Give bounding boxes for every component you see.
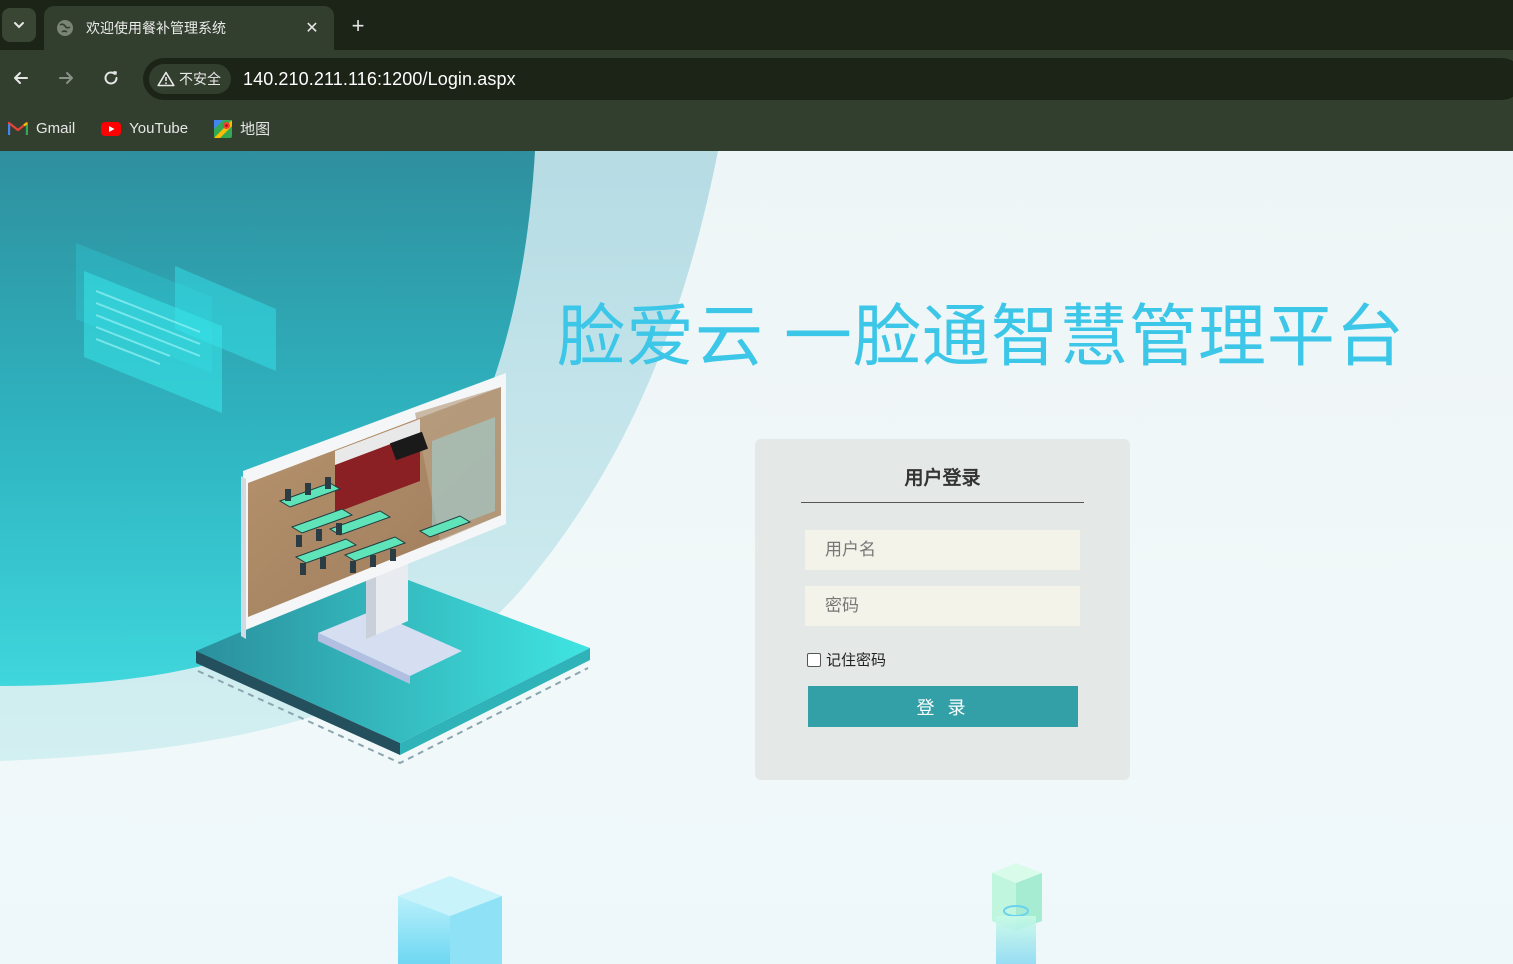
new-tab-button[interactable]: + [344,12,372,40]
login-page: 脸爱云 一脸通智慧管理平台 用户登录 记住密码 登 录 [0,151,1513,964]
arrow-right-icon [59,72,73,84]
bookmark-youtube[interactable]: YouTube [101,120,188,137]
remember-password-label: 记住密码 [826,652,887,669]
warning-icon [157,71,175,87]
arrow-left-icon [14,72,28,84]
address-bar[interactable]: 不安全 140.210.211.116:1200/Login.aspx [143,58,1513,100]
reload-button[interactable] [93,60,129,96]
bookmark-label: Gmail [36,120,76,137]
bookmark-gmail[interactable]: Gmail [8,120,75,137]
maps-icon [214,119,233,138]
tab-search-button[interactable] [2,8,36,42]
back-button[interactable] [3,60,39,96]
tab-title: 欢迎使用餐补管理系统 [86,20,226,36]
username-input[interactable] [805,530,1080,570]
bookmark-label: YouTube [129,120,189,137]
active-tab[interactable]: 欢迎使用餐补管理系统 ✕ [44,6,334,50]
url-text[interactable]: 140.210.211.116:1200/Login.aspx [243,69,516,90]
remember-password-checkbox[interactable] [807,652,821,667]
globe-icon [57,20,73,36]
security-label: 不安全 [179,71,221,87]
reload-icon [104,71,118,85]
remember-password-option[interactable]: 记住密码 [807,649,886,670]
bookmark-label: 地图 [240,121,271,138]
login-heading: 用户登录 [801,463,1084,503]
site-security-chip[interactable]: 不安全 [149,64,231,94]
close-tab-icon[interactable]: ✕ [302,18,322,38]
forward-button[interactable] [48,60,84,96]
chevron-down-icon [14,22,24,29]
bookmark-maps[interactable]: 地图 [214,118,270,139]
tab-strip: 欢迎使用餐补管理系统 ✕ + [0,0,1513,50]
password-input[interactable] [805,586,1080,626]
gmail-icon [8,121,28,135]
login-button[interactable]: 登 录 [808,686,1078,727]
bookmarks-bar: Gmail YouTube 地图 [0,106,1513,151]
browser-toolbar: 不安全 140.210.211.116:1200/Login.aspx [0,50,1513,106]
login-panel: 用户登录 记住密码 登 录 [755,439,1130,780]
page-title: 脸爱云 一脸通智慧管理平台 [557,299,1405,375]
youtube-icon [101,121,122,136]
